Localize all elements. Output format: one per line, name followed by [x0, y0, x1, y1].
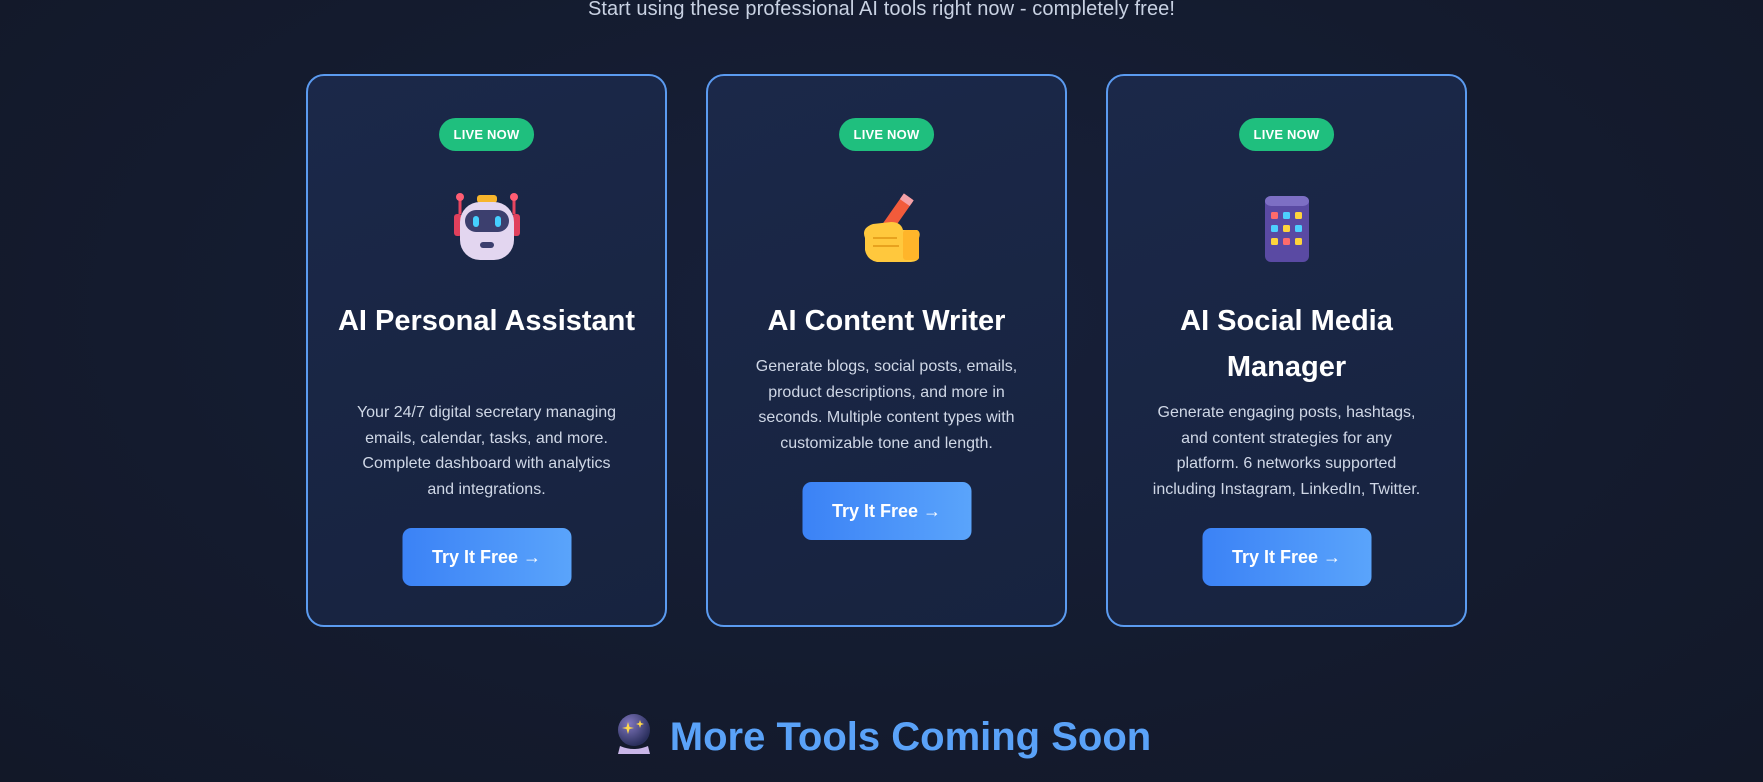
- writing-hand-icon: [851, 192, 923, 264]
- try-it-free-button[interactable]: Try It Free →: [802, 482, 971, 540]
- tool-title: AI Social Media Manager: [1180, 305, 1393, 383]
- tool-description: Generate engaging posts, hashtags, and c…: [1152, 404, 1421, 498]
- live-now-badge: LIVE NOW: [1238, 118, 1335, 151]
- live-now-badge: LIVE NOW: [438, 118, 535, 151]
- try-it-free-button[interactable]: Try It Free →: [402, 528, 571, 586]
- crystal-ball-icon: [612, 712, 656, 756]
- coming-soon-text: More Tools Coming Soon: [669, 715, 1152, 759]
- tool-title: AI Content Writer: [767, 305, 1006, 337]
- tool-card-content-writer: LIVE NOW AI Content Writer Generate blog…: [706, 74, 1067, 627]
- mobile-apps-icon: [1251, 192, 1323, 264]
- robot-icon: [451, 192, 523, 264]
- tool-description: Generate blogs, social posts, emails, pr…: [755, 358, 1018, 452]
- tool-description: Your 24/7 digital secretary managing ema…: [356, 404, 617, 498]
- tool-card-social-media-manager: LIVE NOW AI Social Media Manager Generat…: [1106, 74, 1467, 627]
- section-subtitle: Start using these professional AI tools …: [587, 0, 1176, 20]
- coming-soon-heading: More Tools Coming Soon: [0, 712, 1763, 760]
- try-it-free-button[interactable]: Try It Free →: [1202, 528, 1371, 586]
- tool-card-personal-assistant: LIVE NOW AI Personal Assistant Your 24/7…: [306, 74, 667, 627]
- live-now-badge: LIVE NOW: [838, 118, 935, 151]
- page: Start using these professional AI tools …: [0, 0, 1763, 782]
- tool-title: AI Personal Assistant: [337, 305, 636, 337]
